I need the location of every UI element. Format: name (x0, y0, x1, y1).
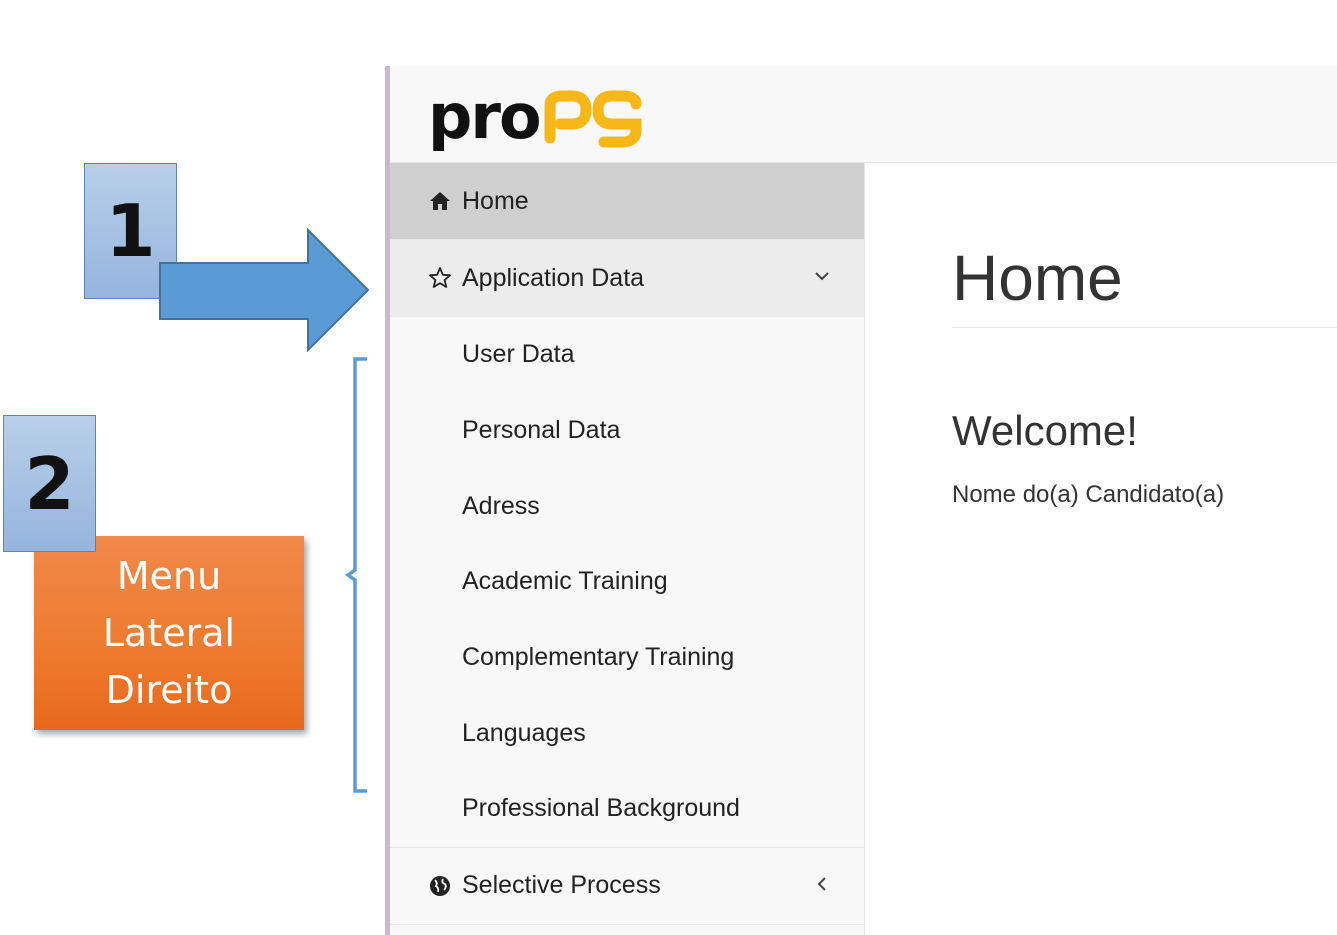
chevron-left-icon (817, 877, 826, 891)
annotation-bracket (344, 357, 367, 793)
menu-lateral-label: Menu Lateral Direito (34, 536, 304, 730)
home-icon (428, 189, 452, 213)
menu-label-line: Menu (116, 553, 222, 598)
menu-label-line: Direito (105, 667, 233, 712)
submenu-item-academic-training[interactable]: Academic Training (390, 544, 864, 620)
page-title: Home (952, 242, 1123, 314)
title-divider (952, 327, 1337, 328)
annotation-marker-2: 2 (3, 415, 96, 552)
brand-logo[interactable]: pro (428, 78, 646, 154)
candidate-name: Nome do(a) Candidato(a) (952, 481, 1225, 508)
star-outline-icon (428, 266, 452, 290)
submenu-item-complementary-training[interactable]: Complementary Training (390, 620, 864, 696)
annotation-arrow (159, 228, 370, 352)
top-navbar: pro (390, 66, 1337, 163)
submenu-item-languages[interactable]: Languages (390, 695, 864, 771)
main-content: Home Welcome! Nome do(a) Candidato(a) (952, 163, 1337, 935)
logo-pg-mark-icon (544, 90, 642, 148)
chevron-down-icon (815, 272, 829, 281)
globe-icon (428, 874, 452, 898)
app-window: pro Home Application Data User Data Pers… (385, 66, 1337, 935)
submenu-item-address[interactable]: Adress (390, 468, 864, 544)
sidebar-item-application-data[interactable]: Application Data (390, 240, 864, 317)
sidebar-item-selective-process[interactable]: Selective Process (390, 848, 864, 925)
submenu-item-personal-data[interactable]: Personal Data (390, 393, 864, 469)
welcome-heading: Welcome! (952, 407, 1138, 454)
application-data-submenu: User Data Personal Data Adress Academic … (390, 317, 864, 848)
sidebar-menu: Home Application Data User Data Personal… (390, 163, 865, 935)
submenu-item-professional-background[interactable]: Professional Background (390, 771, 864, 847)
sidebar-item-label: Selective Process (462, 871, 661, 900)
sidebar-item-home[interactable]: Home (390, 163, 864, 240)
submenu-item-user-data[interactable]: User Data (390, 317, 864, 393)
menu-label-line: Lateral (102, 610, 236, 655)
sidebar-item-label: Application Data (462, 263, 645, 292)
logo-text: pro (428, 79, 542, 153)
sidebar-item-label: Home (462, 186, 529, 215)
